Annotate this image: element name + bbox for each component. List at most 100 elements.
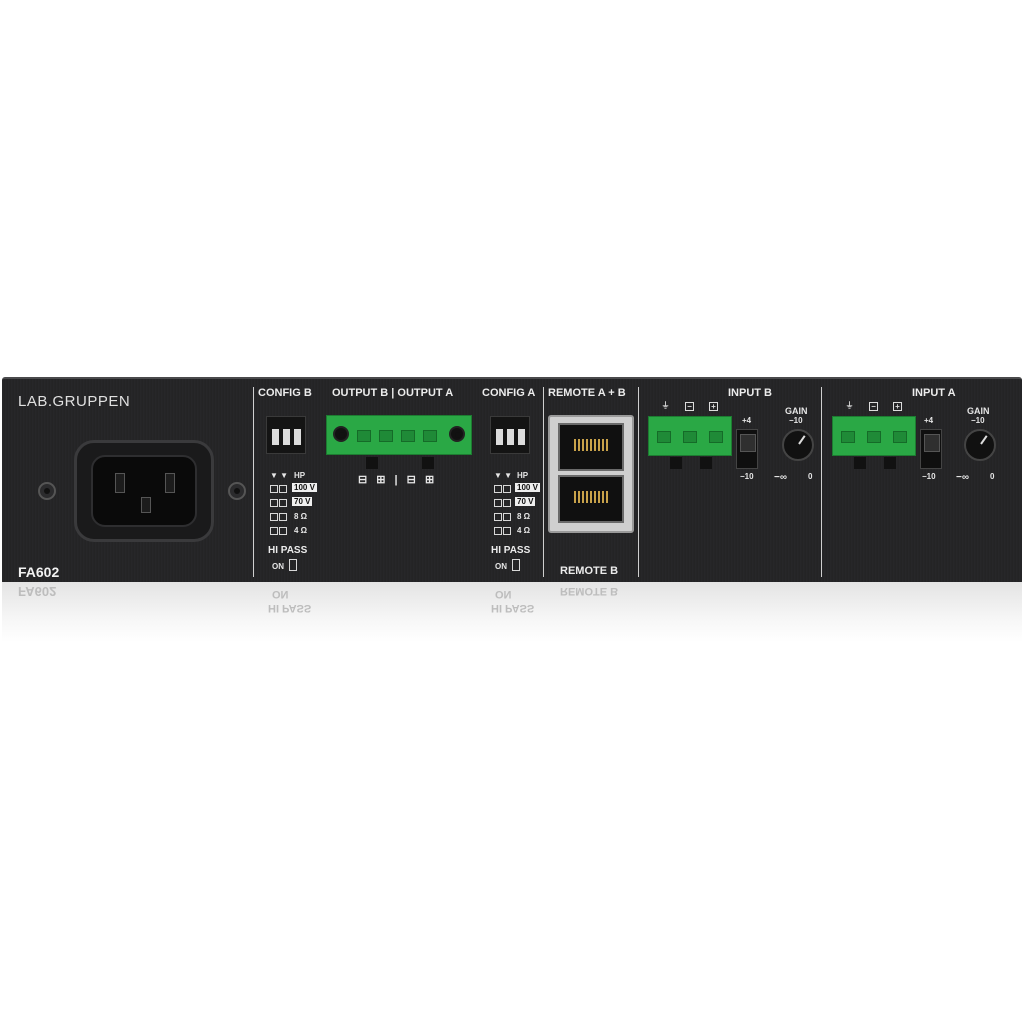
divider-1 [253, 387, 254, 577]
dip-lever [507, 429, 514, 445]
terminal-slot [893, 431, 907, 443]
terminal-slot [401, 430, 415, 442]
config-a-70v: 70 V [515, 497, 536, 506]
reflection-on-a: ON [495, 588, 512, 600]
config-b-4ohm: 4 Ω [294, 526, 308, 535]
dip-lever [272, 429, 279, 445]
config-b-indicator [270, 485, 278, 493]
terminal-tab [670, 457, 682, 469]
switch-knob [740, 434, 756, 452]
config-a-indicator [494, 527, 502, 535]
terminal-slot [841, 431, 855, 443]
config-a-indicator [494, 485, 502, 493]
config-a-hipass-on: ON [495, 562, 507, 571]
input-b-gain-top: −10 [789, 416, 803, 425]
terminal-tab [422, 457, 434, 469]
terminal-slot [709, 431, 723, 443]
config-b-indicator [270, 527, 278, 535]
reflection-remote-b: REMOTE B [560, 585, 619, 597]
terminal-slot [423, 430, 437, 442]
port-contacts [574, 491, 608, 503]
power-inlet[interactable] [74, 440, 214, 542]
minus-icon: − [869, 402, 878, 411]
input-a-gain-knob[interactable] [964, 429, 996, 461]
divider-4 [821, 387, 822, 577]
remote-bottom-label: REMOTE B [560, 565, 619, 577]
input-a-gain-top: −10 [971, 416, 985, 425]
config-b-8ohm: 8 Ω [294, 512, 308, 521]
config-b-dip-switch[interactable] [266, 416, 306, 454]
dip-lever [518, 429, 525, 445]
terminal-screw-icon [449, 426, 465, 442]
plus-icon: + [709, 402, 718, 411]
config-a-hipass-switch[interactable] [512, 559, 520, 571]
config-a-indicator [503, 513, 511, 521]
config-b-arrows: ▼ ▼ [270, 471, 289, 480]
output-terminal-block[interactable] [326, 415, 472, 455]
config-b-hp: HP [294, 471, 306, 480]
input-a-level-switch[interactable] [920, 429, 942, 469]
input-b-plus4: +4 [742, 416, 752, 425]
reflection-on-b: ON [272, 588, 289, 600]
brand-logo: LAB.GRUPPEN [18, 393, 131, 410]
remote-top-label: REMOTE A + B [548, 387, 626, 399]
config-a-hp: HP [517, 471, 529, 480]
terminal-slot [683, 431, 697, 443]
terminal-tab [366, 457, 378, 469]
terminal-slot [657, 431, 671, 443]
reflection-hipass-b: HI PASS [268, 602, 312, 614]
config-a-dip-switch[interactable] [490, 416, 530, 454]
power-socket-icon [91, 455, 197, 527]
remote-a-b-port[interactable] [558, 423, 624, 471]
port-contacts [574, 439, 608, 451]
input-b-gain-min: −∞ [774, 472, 787, 483]
output-polarity: ⊟ ⊞ | ⊟ ⊞ [358, 474, 438, 486]
outputs-label: OUTPUT B | OUTPUT A [332, 387, 454, 399]
config-b-hipass-switch[interactable] [289, 559, 297, 571]
reflection-hipass-a: HI PASS [491, 602, 535, 614]
config-b-hipass-on: ON [272, 562, 284, 571]
config-a-indicator [503, 499, 511, 507]
remote-b-port[interactable] [558, 475, 624, 523]
input-b-terminal-block[interactable] [648, 416, 732, 456]
input-a-label: INPUT A [912, 387, 956, 399]
plus-icon: + [893, 402, 902, 411]
config-b-indicator [279, 499, 287, 507]
rj45-block [548, 415, 634, 533]
divider-3 [638, 387, 639, 577]
terminal-tab [884, 457, 896, 469]
reflection-model: FA602 [18, 584, 57, 599]
input-a-minus10: −10 [922, 472, 936, 481]
config-b-100v: 100 V [292, 483, 317, 492]
terminal-tab [854, 457, 866, 469]
input-b-label: INPUT B [728, 387, 772, 399]
config-b-indicator [270, 513, 278, 521]
config-a-indicator [503, 527, 511, 535]
input-b-gain-label: GAIN [785, 406, 808, 416]
dip-lever [283, 429, 290, 445]
config-b-label: CONFIG B [258, 387, 312, 399]
input-b-level-switch[interactable] [736, 429, 758, 469]
input-b-gain-knob[interactable] [782, 429, 814, 461]
ground-icon: ⏚ [661, 401, 670, 410]
config-b-hipass-label: HI PASS [268, 545, 308, 556]
config-a-8ohm: 8 Ω [517, 512, 531, 521]
minus-icon: − [685, 402, 694, 411]
power-pin-left [115, 473, 125, 493]
terminal-slot [379, 430, 393, 442]
input-a-gain-label: GAIN [967, 406, 990, 416]
terminal-slot [357, 430, 371, 442]
terminal-slot [867, 431, 881, 443]
dip-lever [496, 429, 503, 445]
input-a-terminal-block[interactable] [832, 416, 916, 456]
right-mount-screw-icon [228, 482, 246, 500]
config-a-label: CONFIG A [482, 387, 536, 399]
config-a-100v: 100 V [515, 483, 540, 492]
input-a-plus4: +4 [924, 416, 934, 425]
ground-icon: ⏚ [845, 401, 854, 410]
terminal-tab [700, 457, 712, 469]
input-a-gain-min: −∞ [956, 472, 969, 483]
power-pin-ground [141, 497, 151, 513]
panel-reflection: FA602 HI PASS ON HI PASS ON REMOTE B [2, 582, 1022, 642]
terminal-screw-icon [333, 426, 349, 442]
